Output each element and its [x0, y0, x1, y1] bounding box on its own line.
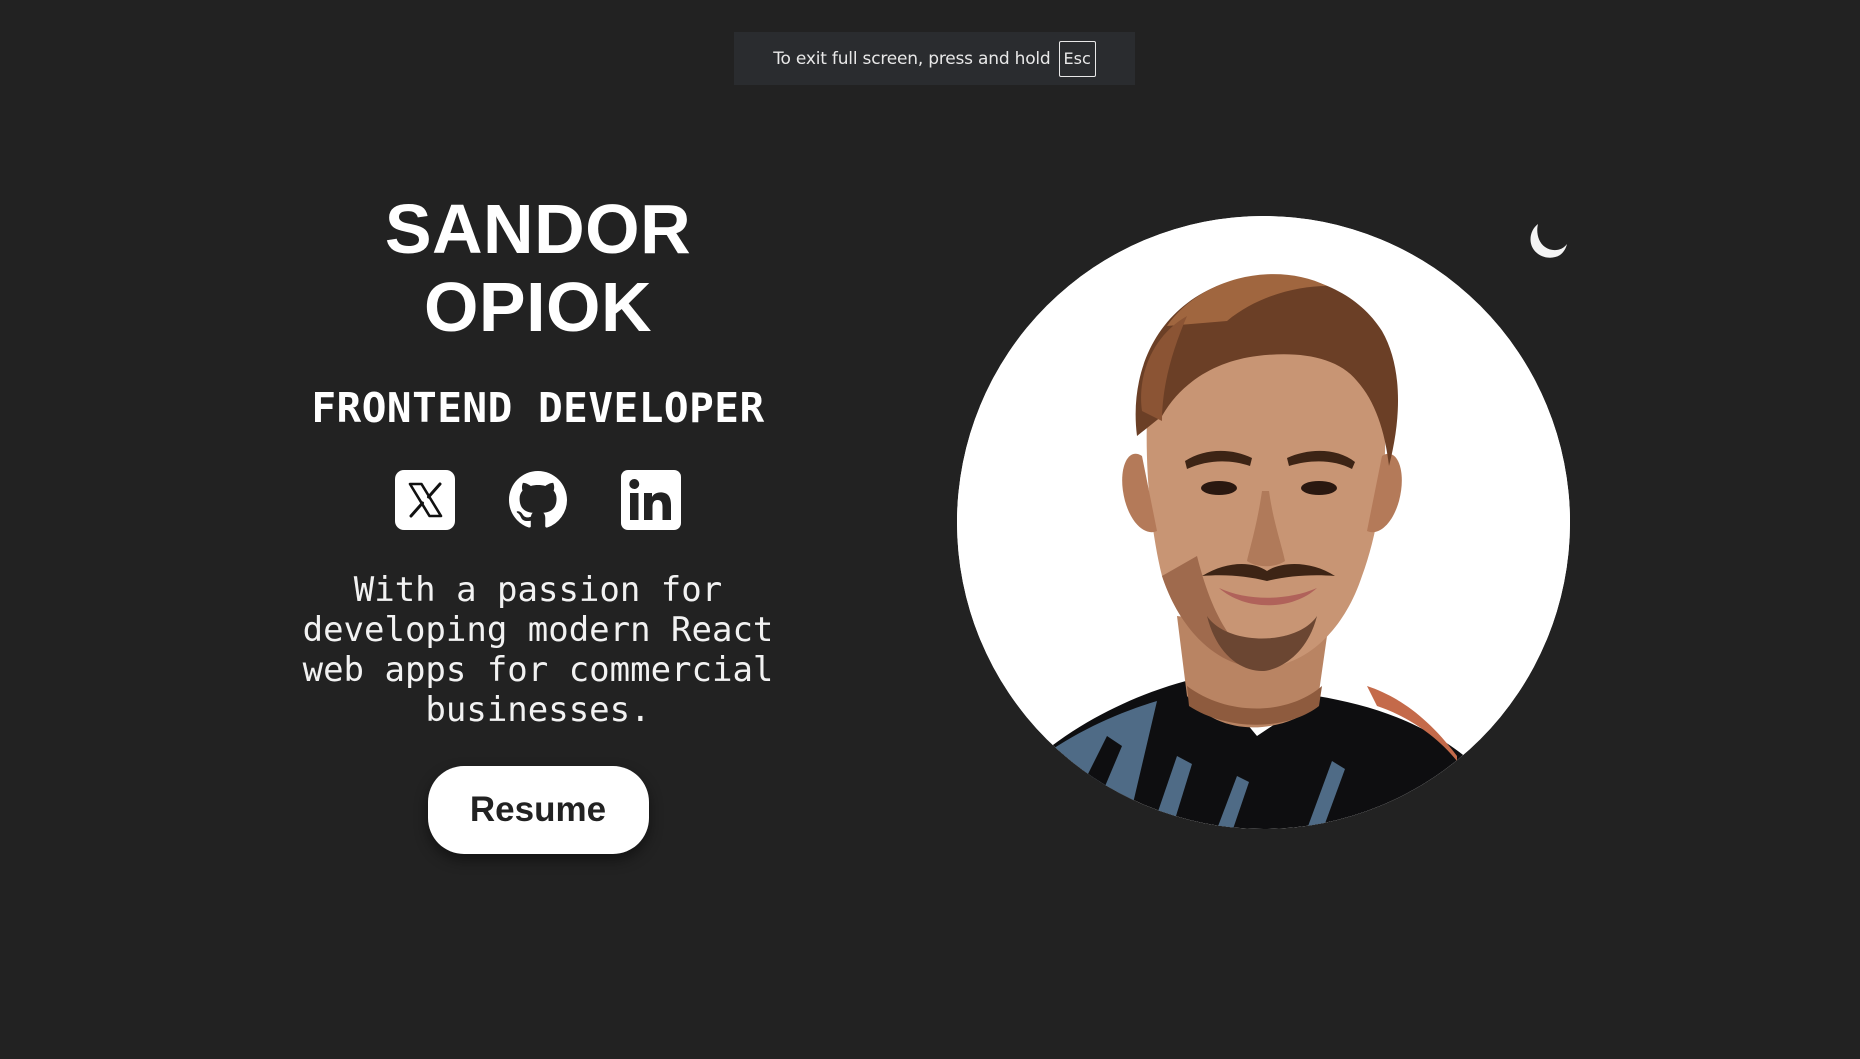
avatar-illustration [957, 216, 1570, 829]
linkedin-link[interactable] [621, 470, 681, 530]
name-last: OPIOK [423, 268, 653, 346]
fullscreen-exit-notice: To exit full screen, press and hold Esc [734, 32, 1135, 85]
theme-toggle-button[interactable] [1524, 218, 1570, 264]
hero-intro: SANDOR OPIOK FRONTEND DEVELOPER With a p… [240, 190, 836, 854]
x-twitter-icon [395, 470, 455, 530]
avatar [957, 216, 1570, 829]
job-title: FRONTEND DEVELOPER [311, 384, 765, 432]
portfolio-page: To exit full screen, press and hold Esc … [0, 0, 1860, 1059]
tagline: With a passion for developing modern Rea… [302, 570, 774, 730]
linkedin-icon [621, 470, 681, 530]
resume-button[interactable]: Resume [427, 766, 649, 854]
github-icon [509, 471, 567, 528]
esc-key-hint: Esc [1058, 40, 1096, 77]
social-links [240, 470, 836, 530]
moon-icon [1530, 224, 1567, 258]
github-link[interactable] [508, 470, 568, 530]
fullscreen-notice-text: To exit full screen, press and hold [773, 48, 1051, 69]
page-title: SANDOR OPIOK [240, 190, 836, 346]
name-first: SANDOR [384, 190, 692, 268]
x-twitter-link[interactable] [395, 470, 455, 530]
